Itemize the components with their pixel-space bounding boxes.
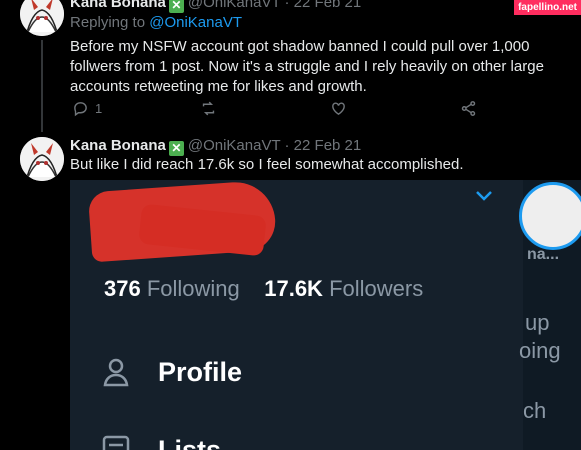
menu-label: Lists: [158, 434, 222, 450]
avatar-art-icon: [20, 0, 64, 36]
avatar[interactable]: [20, 137, 64, 181]
reply-icon: [74, 102, 87, 117]
avatar[interactable]: [20, 0, 64, 36]
avatar-art-icon: [20, 137, 64, 181]
tweet-media-image[interactable]: 376 Following 17.6K Followers Profile Li…: [70, 180, 581, 450]
handle-date[interactable]: @OniKanaVT · 22 Feb 21: [188, 0, 361, 11]
profile-drawer-panel: 376 Following 17.6K Followers Profile Li…: [70, 180, 523, 450]
background-profile-strip: na... up oing ch: [519, 180, 581, 450]
person-icon: [103, 358, 129, 387]
verified-icon: ✕: [168, 141, 184, 156]
menu-item-profile: Profile: [100, 356, 242, 388]
menu-label: Profile: [158, 356, 243, 387]
chevron-down-icon: [476, 191, 492, 201]
follow-stats: 376 Following 17.6K Followers: [104, 276, 423, 302]
retweet-icon: [202, 101, 215, 116]
following-count: 376: [104, 276, 141, 301]
tweet-text: Before my NSFW account got shadow banned…: [70, 38, 544, 95]
heart-icon: [332, 102, 345, 116]
watermark: fapellino.net: [514, 0, 581, 15]
verified-icon: ✕: [168, 0, 184, 13]
strip-text-up: up: [525, 310, 550, 335]
list-icon: [102, 435, 130, 450]
author-name[interactable]: Kana Bonana: [70, 137, 166, 154]
author-name[interactable]: Kana Bonana: [70, 0, 166, 11]
share-icon: [461, 101, 476, 116]
tweet-text: But like I did reach 17.6k so I feel som…: [70, 156, 464, 173]
replying-handle-link[interactable]: @OniKanaVT: [149, 14, 242, 31]
reply-button[interactable]: 1: [72, 100, 102, 117]
replying-to: Replying to @OniKanaVT: [70, 14, 242, 31]
like-button[interactable]: [330, 100, 347, 117]
tweet-header: Kana Bonana ✕ @OniKanaVT · 22 Feb 21: [70, 0, 361, 13]
thread-line: [41, 40, 43, 132]
following-label: Following: [146, 276, 240, 301]
retweet-button[interactable]: [200, 100, 217, 117]
strip-avatar: [519, 182, 581, 250]
replying-label: Replying to: [70, 14, 146, 31]
strip-text-ch: ch: [523, 398, 547, 423]
tweet-header: Kana Bonana ✕ @OniKanaVT · 22 Feb 21: [70, 137, 361, 156]
strip-name: na...: [527, 246, 560, 263]
handle-date[interactable]: @OniKanaVT · 22 Feb 21: [188, 137, 361, 154]
menu-item-lists: Lists: [100, 434, 221, 450]
strip-text-oing: oing: [519, 338, 561, 363]
share-button[interactable]: [460, 100, 477, 117]
followers-count: 17.6K: [264, 276, 323, 301]
tweet-actions: 1: [70, 100, 490, 120]
followers-label: Followers: [329, 276, 424, 301]
reply-count: 1: [95, 101, 103, 116]
